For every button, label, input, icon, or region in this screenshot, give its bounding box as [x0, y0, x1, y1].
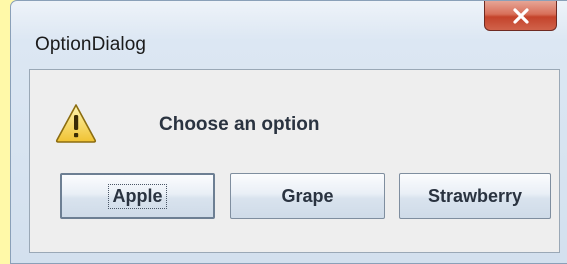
option-dialog-window: OptionDialog Choose an option Apple Grap…	[10, 0, 567, 264]
title-bar[interactable]: OptionDialog	[11, 1, 567, 63]
close-x-icon	[511, 7, 531, 24]
dialog-content: Choose an option Apple Grape Strawberry	[29, 69, 560, 253]
grape-button-label: Grape	[281, 185, 334, 206]
window-title: OptionDialog	[35, 34, 147, 55]
close-button[interactable]	[484, 1, 557, 31]
strawberry-button[interactable]: Strawberry	[399, 173, 551, 219]
apple-button[interactable]: Apple	[60, 173, 215, 219]
warning-icon	[54, 102, 98, 144]
strawberry-button-label: Strawberry	[427, 185, 523, 206]
grape-button[interactable]: Grape	[230, 173, 385, 219]
apple-button-label: Apple	[108, 183, 167, 209]
dialog-message: Choose an option	[159, 114, 320, 135]
